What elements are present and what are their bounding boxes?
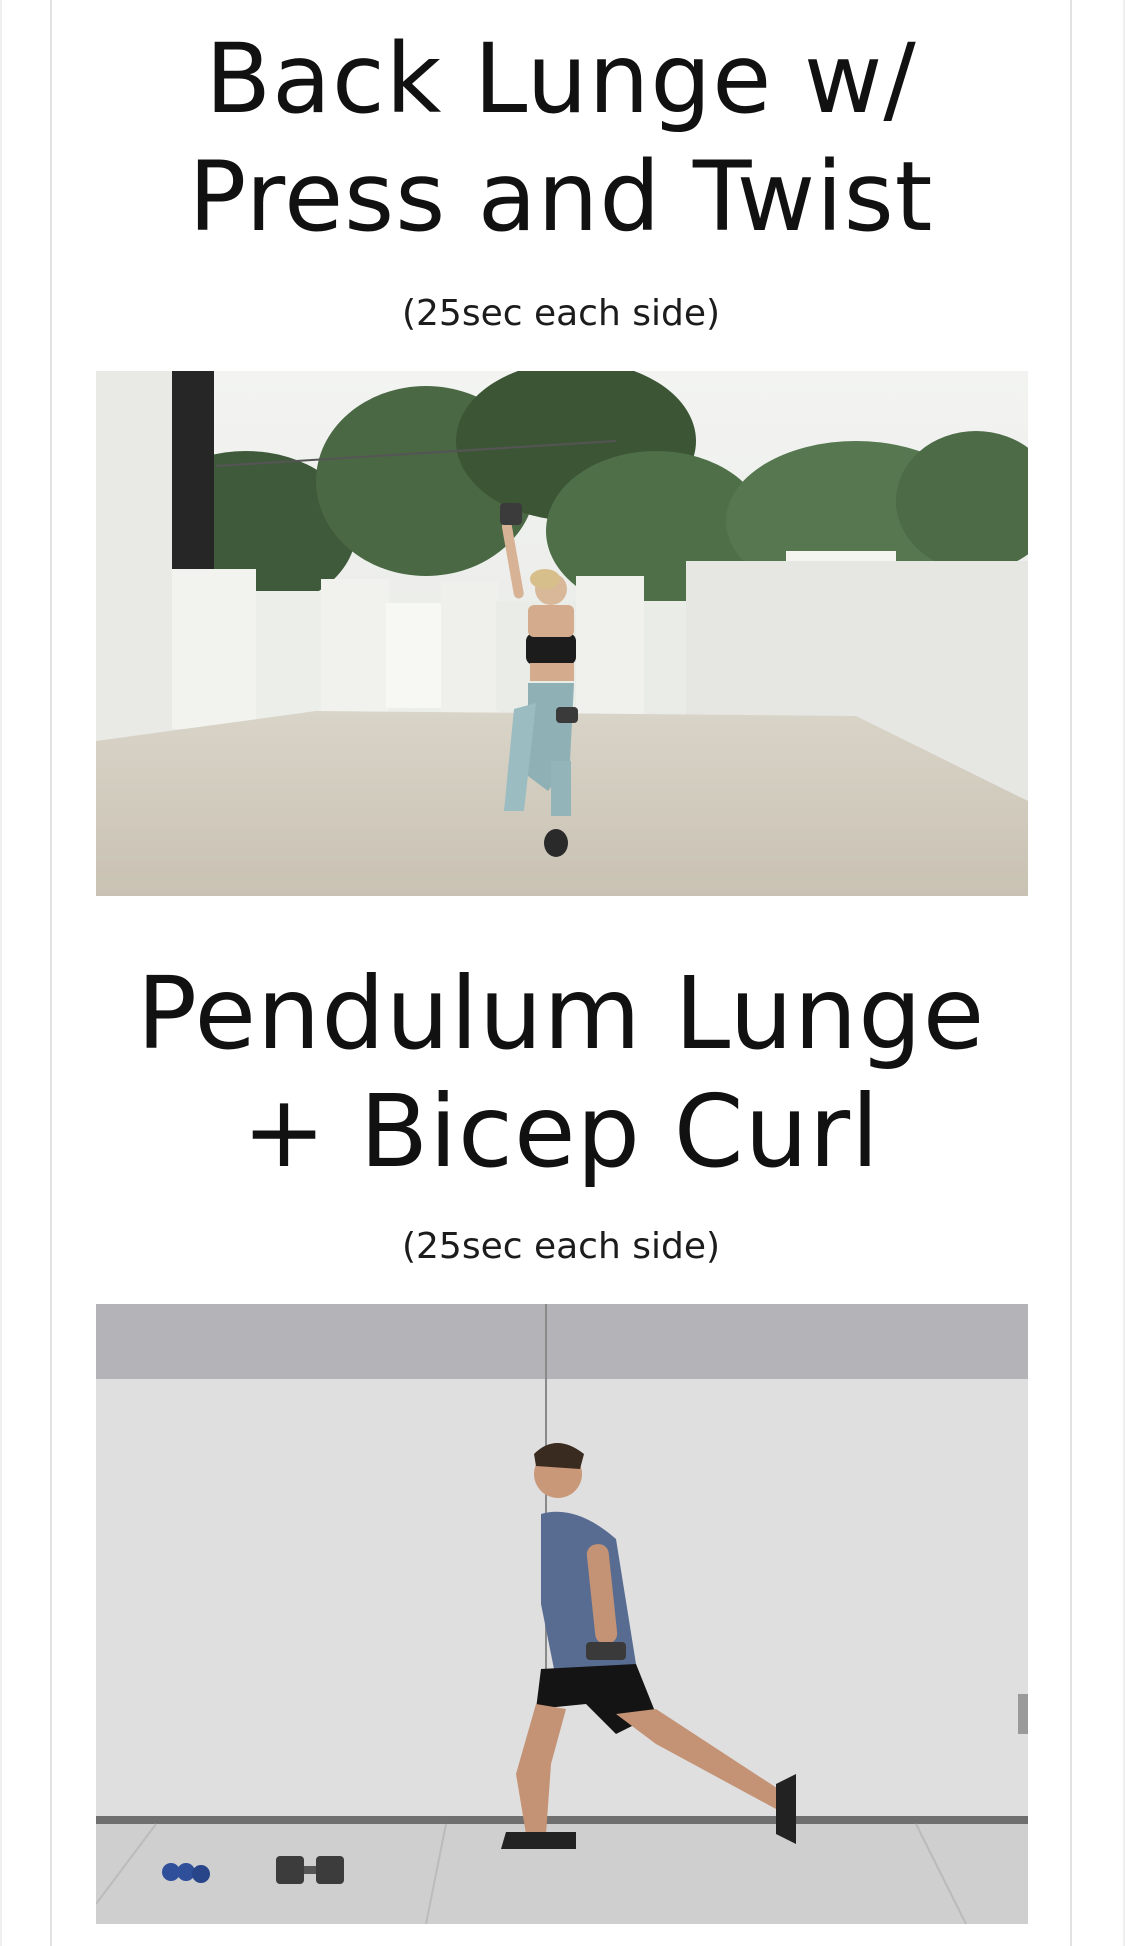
man-lunge-curl-photo [96,1304,1028,1924]
exercise-title: Pendulum Lunge + Bicep Curl [50,955,1072,1191]
woman-lunge-press-photo [96,371,1028,896]
exercise-title-line: Back Lunge w/ [205,23,917,135]
photo-illustration [96,371,1028,896]
page-edge-left [0,0,2,1946]
photo-illustration [96,1304,1028,1924]
exercise-title-line: + Bicep Curl [242,1073,880,1190]
exercise-duration: (25sec each side) [401,293,721,334]
workout-page: Back Lunge w/ Press and Twist (25sec eac… [0,0,1125,1946]
exercise-title: Back Lunge w/ Press and Twist [50,20,1072,256]
exercise-title-line: Pendulum Lunge [136,955,986,1072]
exercise-duration: (25sec each side) [401,1226,721,1267]
exercise-title-line: Press and Twist [188,141,934,253]
